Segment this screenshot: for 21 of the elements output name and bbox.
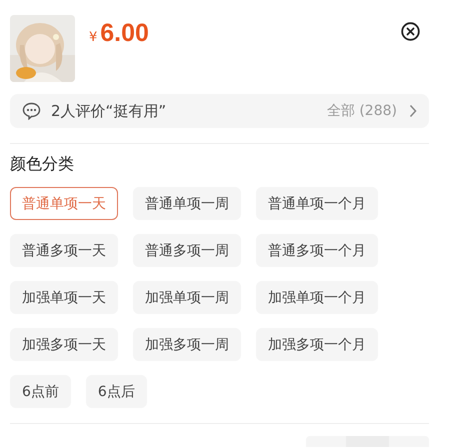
option-chip[interactable]: 加强单项一个月 [256,281,378,314]
option-chip[interactable]: 普通单项一个月 [256,187,378,220]
close-icon[interactable] [401,22,420,41]
option-chip[interactable]: 6点前 [10,375,71,408]
option-chip[interactable]: 普通多项一周 [133,234,241,267]
option-chip[interactable]: 普通多项一个月 [256,234,378,267]
review-bar[interactable]: 2人评价“挺有用” 全部 (288) [10,94,429,128]
option-chip[interactable]: 加强多项一天 [10,328,118,361]
option-chip[interactable]: 6点后 [86,375,147,408]
option-chip[interactable]: 加强多项一个月 [256,328,378,361]
chevron-right-icon [409,104,417,118]
price: 6.00 [100,19,149,48]
currency-sign: ¥ [89,30,98,45]
option-chip[interactable]: 加强单项一天 [10,281,118,314]
section-title: 颜色分类 [10,154,75,175]
option-chip[interactable]: 普通多项一天 [10,234,118,267]
review-summary: 2人评价“挺有用” [51,102,166,120]
option-chip[interactable]: 加强单项一周 [133,281,241,314]
chat-bubble-icon [22,102,41,120]
option-chip[interactable]: 普通单项一周 [133,187,241,220]
option-chip[interactable]: 加强多项一周 [133,328,241,361]
